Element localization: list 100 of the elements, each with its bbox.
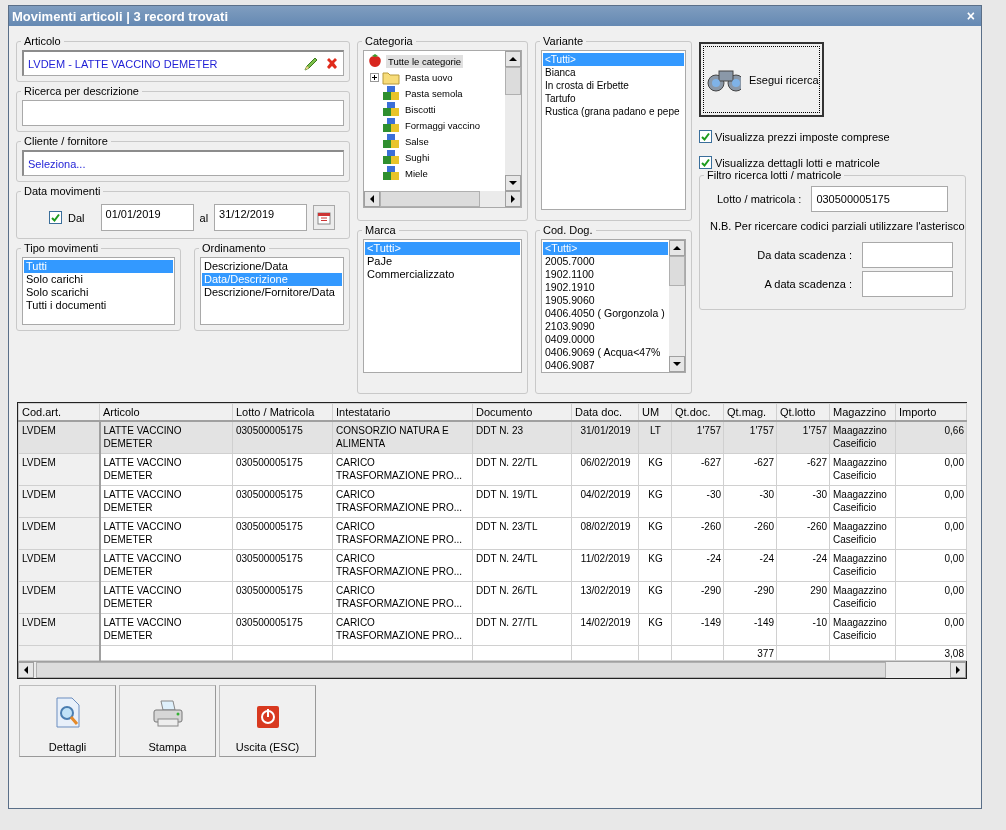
toolbar-button[interactable]: Dettagli bbox=[19, 685, 116, 757]
tree-item[interactable]: Salse bbox=[403, 134, 431, 148]
scrollbar[interactable] bbox=[18, 661, 966, 678]
table-cell: 030500005175 bbox=[232, 421, 333, 454]
tree-item[interactable]: Sughi bbox=[403, 150, 432, 164]
table-cell: DDT N. 23/TL bbox=[472, 517, 572, 550]
column-header[interactable]: Qt.lotto bbox=[776, 403, 830, 421]
scroll-down-button[interactable] bbox=[669, 356, 685, 372]
scrollbar-thumb[interactable] bbox=[380, 191, 480, 207]
table-cell: DDT N. 27/TL bbox=[472, 613, 572, 646]
checkbox[interactable] bbox=[699, 156, 712, 169]
input-field[interactable] bbox=[862, 242, 953, 268]
table-cell: 0,00 bbox=[895, 485, 967, 518]
list-item[interactable]: Descrizione/Fornitore/Data bbox=[202, 286, 342, 299]
scroll-up-button[interactable] bbox=[669, 240, 685, 256]
group-title: Ordinamento bbox=[201, 242, 267, 254]
column-header[interactable]: Articolo bbox=[99, 403, 233, 421]
column-header[interactable]: Documento bbox=[472, 403, 572, 421]
strawberry-icon bbox=[367, 53, 383, 69]
toolbar-button[interactable]: Uscita (ESC) bbox=[219, 685, 316, 757]
scroll-right-button[interactable] bbox=[950, 662, 966, 678]
column-header[interactable]: Lotto / Matricola bbox=[232, 403, 333, 421]
table-cell: -627 bbox=[723, 453, 777, 486]
table-cell: 030500005175 bbox=[232, 453, 333, 486]
magnifier-document-icon bbox=[53, 697, 82, 729]
input-field[interactable]: LVDEM - LATTE VACCINO DEMETER bbox=[22, 50, 344, 76]
list-item[interactable]: Commercializzato bbox=[365, 268, 520, 281]
scrollbar-thumb[interactable] bbox=[505, 67, 521, 95]
table-cell: CARICO TRASFORMAZIONE PRO... bbox=[332, 485, 473, 518]
column-header[interactable]: Magazzino bbox=[829, 403, 896, 421]
checkbox-label: Dal bbox=[68, 211, 85, 224]
list-item[interactable]: PaJe bbox=[365, 255, 520, 268]
checkbox-option[interactable]: Visualizza prezzi imposte comprese bbox=[699, 130, 966, 143]
column-header[interactable]: Qt.mag. bbox=[723, 403, 777, 421]
checkbox-option[interactable]: Visualizza dettagli lotti e matricole bbox=[699, 156, 966, 169]
scrollbar[interactable] bbox=[505, 51, 521, 191]
list-item[interactable]: 1902.1100 bbox=[543, 268, 668, 281]
tree-item[interactable]: Formaggi vaccino bbox=[403, 118, 482, 132]
scroll-right-button[interactable] bbox=[505, 191, 521, 207]
table-cell: CARICO TRASFORMAZIONE PRO... bbox=[332, 453, 473, 486]
column-header[interactable]: Cod.art. bbox=[18, 403, 100, 421]
tree-item[interactable]: Miele bbox=[403, 166, 430, 180]
table-cell: CONSORZIO NATURA E ALIMENTA bbox=[332, 421, 473, 454]
table-cell: 030500005175 bbox=[232, 517, 333, 550]
table-cell: Maagazzino Caseificio bbox=[829, 581, 896, 614]
list-item[interactable]: In crosta di Erbette bbox=[543, 79, 684, 92]
column-header[interactable]: Qt.doc. bbox=[671, 403, 724, 421]
list-item[interactable]: 0406.9087 bbox=[543, 359, 668, 372]
list-item[interactable]: Tutti i documenti bbox=[24, 299, 173, 312]
input-field[interactable] bbox=[862, 271, 953, 297]
list-item[interactable]: Rustica (grana padano e pepe bbox=[543, 105, 684, 118]
column-header[interactable]: Data doc. bbox=[571, 403, 639, 421]
column-header[interactable]: Intestatario bbox=[332, 403, 473, 421]
scrollbar[interactable] bbox=[364, 191, 521, 207]
tree-item[interactable]: Tutte le categorie bbox=[386, 54, 464, 68]
list-item[interactable]: 2103.9090 bbox=[543, 320, 668, 333]
input-field[interactable]: 31/12/2019 bbox=[214, 204, 308, 231]
scrollbar[interactable] bbox=[669, 240, 685, 372]
checkbox[interactable] bbox=[49, 211, 62, 224]
search-button[interactable]: Esegui ricerca bbox=[699, 42, 824, 117]
list-item[interactable]: Bianca bbox=[543, 66, 684, 79]
scrollbar-thumb[interactable] bbox=[36, 662, 886, 678]
input-field[interactable]: 01/01/2019 bbox=[100, 204, 194, 231]
list-item[interactable]: 0406.4050 ( Gorgonzola ) bbox=[543, 307, 668, 320]
table-cell: -260 bbox=[723, 517, 777, 550]
list-item[interactable]: 1905.9060 bbox=[543, 294, 668, 307]
list-item[interactable]: Tartufo bbox=[543, 92, 684, 105]
scrollbar-thumb[interactable] bbox=[669, 256, 685, 286]
input-field[interactable]: 030500005175 bbox=[811, 186, 949, 212]
toolbar-button[interactable]: Stampa bbox=[119, 685, 216, 757]
table-cell: KG bbox=[638, 453, 672, 486]
table-cell: LATTE VACCINO DEMETER bbox=[99, 581, 233, 614]
field-label: A data scadenza : bbox=[764, 278, 852, 290]
list-item[interactable]: 1902.1910 bbox=[543, 281, 668, 294]
column-header[interactable]: Importo bbox=[895, 403, 967, 421]
input-field[interactable] bbox=[22, 100, 344, 126]
table-cell: KG bbox=[638, 613, 672, 646]
checkbox[interactable] bbox=[699, 130, 712, 143]
list-item[interactable]: Solo scarichi bbox=[24, 286, 173, 299]
field-label: al bbox=[199, 211, 209, 224]
list-item[interactable]: 2005.7000 bbox=[543, 255, 668, 268]
tree-item[interactable]: Pasta uovo bbox=[403, 70, 455, 84]
tree-item[interactable]: Pasta semola bbox=[403, 86, 465, 100]
tree-item[interactable]: Biscotti bbox=[403, 102, 438, 116]
scroll-left-button[interactable] bbox=[364, 191, 380, 207]
list-item[interactable]: Solo carichi bbox=[24, 273, 173, 286]
list-item[interactable]: 0406.9069 ( Acqua<47% bbox=[543, 346, 668, 359]
scroll-down-button[interactable] bbox=[505, 175, 521, 191]
calendar-button[interactable] bbox=[313, 205, 336, 230]
table-cell: LATTE VACCINO DEMETER bbox=[99, 517, 233, 550]
input-field[interactable]: Seleziona... bbox=[22, 150, 344, 176]
group-title: Categoria bbox=[364, 35, 414, 47]
table-cell: 31/01/2019 bbox=[571, 421, 639, 454]
column-header[interactable]: UM bbox=[638, 403, 672, 421]
list-item[interactable]: 0409.0000 bbox=[543, 333, 668, 346]
scroll-left-button[interactable] bbox=[18, 662, 34, 678]
table-cell: -290 bbox=[671, 581, 724, 614]
expand-toggle-icon[interactable] bbox=[370, 72, 379, 82]
scroll-up-button[interactable] bbox=[505, 51, 521, 67]
list-item[interactable]: Descrizione/Data bbox=[202, 260, 342, 273]
